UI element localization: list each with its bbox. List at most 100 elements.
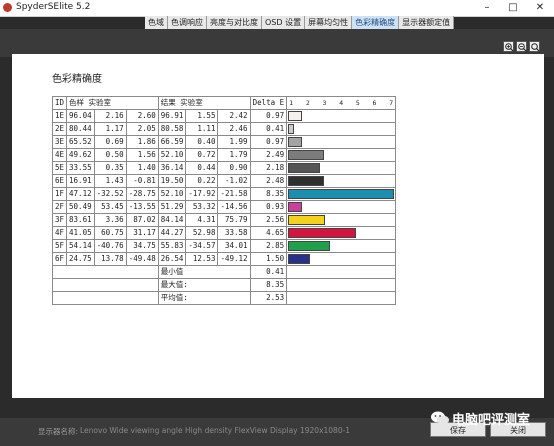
cell-s2: -40.76 <box>93 239 127 253</box>
cell-s3: 1.86 <box>125 135 159 149</box>
tab-gamut[interactable]: 色域 <box>145 16 168 29</box>
table-row: 4F 41.05 60.75 31.17 44.27 52.98 33.58 4.65 <box>51 226 397 240</box>
tab-osd-settings[interactable]: OSD 设置 <box>262 16 306 29</box>
zoom-in-icon[interactable] <box>503 41 514 52</box>
tab-tone-response[interactable]: 色调响应 <box>168 16 207 29</box>
maximize-icon[interactable]: □ <box>500 0 526 16</box>
cell-r1: 19.50 <box>157 174 187 188</box>
table-row: 5F 54.14 -40.76 34.75 55.83 -34.57 34.01 2.85 <box>51 239 397 253</box>
cell-r1: 84.14 <box>157 213 187 227</box>
display-name-value: Lenovo Wide viewing angle High density F… <box>80 426 351 435</box>
cell-de: 2.85 <box>249 239 288 253</box>
delta-e-bar <box>288 215 326 225</box>
cell-id: 3E <box>51 135 68 149</box>
cell-de: 8.35 <box>249 187 288 201</box>
header-id: ID <box>51 96 68 110</box>
delta-e-bar <box>288 124 295 134</box>
tab-divider <box>0 29 554 37</box>
table-row: 6F 24.75 13.78 -49.48 26.54 12.53 -49.12 1.50 <box>51 252 397 266</box>
header-sample-lab: 色样 实验室 <box>66 96 159 110</box>
cell-r1: 52.10 <box>157 187 187 201</box>
cell-r2: 0.44 <box>185 161 219 175</box>
cell-id: 5E <box>51 161 68 175</box>
tab-display-rating[interactable]: 显示器额定值 <box>399 16 455 29</box>
cell-id: 1F <box>51 187 68 201</box>
delta-e-bar <box>288 202 302 212</box>
minimize-icon[interactable]: – <box>474 0 500 16</box>
summary-label: 最大值: <box>157 278 251 292</box>
scale-tick-label: 7 <box>389 99 394 107</box>
cell-id: 5F <box>51 239 68 253</box>
cell-s3: -49.48 <box>125 252 159 266</box>
cell-id: 3F <box>51 213 68 227</box>
table-row: 3E 65.52 0.69 1.86 66.59 0.40 1.99 0.97 <box>51 135 397 149</box>
summary-blank <box>52 291 159 305</box>
tab-color-accuracy[interactable]: 色彩精确度 <box>352 16 400 29</box>
delta-e-bar-cell <box>286 161 397 175</box>
table-row: 2F 50.49 53.45 -13.55 51.29 53.32 -14.56 0.93 <box>51 200 397 214</box>
close-window-icon[interactable]: ✕ <box>527 0 553 16</box>
cell-r3: 1.79 <box>217 148 251 162</box>
cell-s2: 60.75 <box>93 226 127 240</box>
watermark-text: 电脑吧评测室 <box>452 413 531 428</box>
cell-r2: 12.53 <box>185 252 219 266</box>
table-row: 2E 80.44 1.17 2.05 80.58 1.11 2.46 0.41 <box>51 122 397 136</box>
cell-de: 0.93 <box>249 200 288 214</box>
cell-r3: -21.58 <box>217 187 251 201</box>
scale-tick-label: 4 <box>339 99 344 107</box>
cell-r1: 26.54 <box>157 252 187 266</box>
delta-e-bar <box>288 150 325 160</box>
cell-r2: 1.55 <box>185 109 219 123</box>
cell-s1: 54.14 <box>66 239 95 253</box>
cell-de: 2.56 <box>249 213 288 227</box>
tab-screen-uniformity[interactable]: 屏幕均匀性 <box>305 16 353 29</box>
cell-de: 4.65 <box>249 226 288 240</box>
delta-e-bar <box>288 163 320 173</box>
cell-s1: 41.05 <box>66 226 95 240</box>
zoom-fit-icon[interactable] <box>529 41 540 52</box>
delta-e-bar-cell <box>286 148 397 162</box>
zoom-out-icon[interactable] <box>516 41 527 52</box>
cell-id: 4E <box>51 148 68 162</box>
cell-de: 0.97 <box>249 109 288 123</box>
cell-de: 0.97 <box>249 135 288 149</box>
cell-id: 2E <box>51 122 68 136</box>
delta-e-bar-cell <box>286 174 397 188</box>
table-header-row: ID 色样 实验室 结果 实验室 Delta E 1 2 3 4 5 6 7 <box>51 96 397 110</box>
table-row: 5E 33.55 0.35 1.40 36.14 0.44 0.90 2.18 <box>51 161 397 175</box>
cell-s1: 83.61 <box>66 213 95 227</box>
cell-s3: 1.40 <box>125 161 159 175</box>
cell-s3: 2.05 <box>125 122 159 136</box>
cell-id: 2F <box>51 200 68 214</box>
cell-s1: 16.91 <box>66 174 95 188</box>
cell-r1: 51.29 <box>157 200 187 214</box>
summary-label: 最小值 <box>157 265 251 279</box>
cell-s3: 87.02 <box>125 213 159 227</box>
cell-s2: 3.36 <box>93 213 127 227</box>
delta-e-bar <box>288 241 330 251</box>
app-window: SpyderSElite 5.2 – □ ✕ 色域 色调响应 亮度与对比度 OS… <box>0 0 554 446</box>
summary-label: 平均值: <box>157 291 251 305</box>
cell-r2: 1.11 <box>185 122 219 136</box>
delta-e-bar <box>288 228 356 238</box>
header-delta-e: Delta E <box>249 96 288 110</box>
wechat-icon <box>431 411 449 425</box>
tab-brightness-contrast[interactable]: 亮度与对比度 <box>207 16 262 29</box>
cell-r2: 0.40 <box>185 135 219 149</box>
delta-e-bar-cell <box>286 109 397 123</box>
summary-row: 平均值: 2.53 <box>52 291 397 305</box>
delta-e-bar-cell <box>286 200 397 214</box>
cell-s1: 47.12 <box>66 187 95 201</box>
cell-r2: -34.57 <box>185 239 219 253</box>
table-row: 3F 83.61 3.36 87.02 84.14 4.31 75.79 2.56 <box>51 213 397 227</box>
cell-r2: 52.98 <box>185 226 219 240</box>
title-bar: SpyderSElite 5.2 – □ ✕ <box>0 0 554 17</box>
delta-e-bar-cell <box>286 122 397 136</box>
summary-value: 8.35 <box>249 278 288 292</box>
cell-r1: 52.10 <box>157 148 187 162</box>
cell-r3: 34.01 <box>217 239 251 253</box>
cell-s3: 1.56 <box>125 148 159 162</box>
cell-s2: 0.35 <box>93 161 127 175</box>
table-row: 6E 16.91 1.43 -0.81 19.50 0.22 -1.02 2.48 <box>51 174 397 188</box>
cell-r3: -1.02 <box>217 174 251 188</box>
